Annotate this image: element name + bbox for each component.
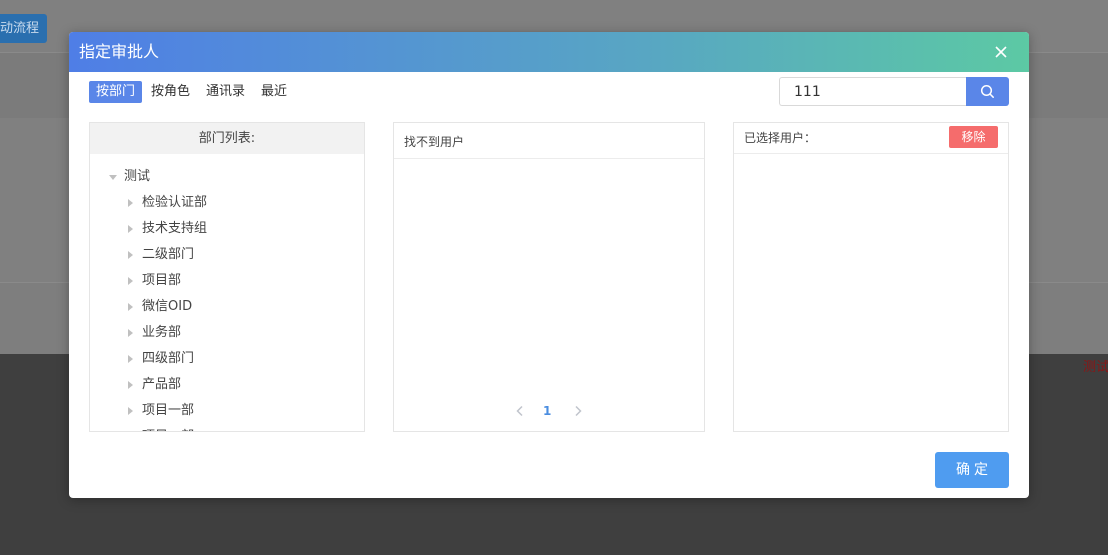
tree-node-label: 业务部: [142, 325, 182, 340]
tree-node-label: 项目部: [142, 273, 182, 288]
prev-page-button[interactable]: [512, 403, 528, 419]
tree-node-label: 技术支持组: [142, 221, 208, 236]
search-input[interactable]: [779, 77, 967, 106]
tree-node[interactable]: 产品部: [90, 372, 364, 398]
background-start-process-button: 动流程: [0, 14, 47, 43]
tree-node-root[interactable]: 测试: [90, 164, 364, 190]
selected-users-panel: 已选择用户： 移除: [733, 122, 1009, 432]
tree-node[interactable]: 项目二部: [90, 424, 364, 431]
tree-node-label: 项目二部: [142, 424, 194, 431]
caret-right-icon[interactable]: [128, 303, 133, 311]
close-icon: [995, 46, 1007, 58]
background-edge-text: 测试: [1083, 360, 1108, 375]
page-number[interactable]: 1: [543, 401, 551, 421]
caret-right-icon[interactable]: [128, 407, 133, 415]
tab-by-role[interactable]: 按角色: [144, 81, 197, 103]
tree-node-label: 四级部门: [142, 351, 195, 366]
users-panel: 找不到用户 1: [393, 122, 705, 432]
tab-by-department[interactable]: 按部门: [89, 81, 143, 103]
tree-node[interactable]: 技术支持组: [90, 216, 364, 242]
selected-users-header: 已选择用户： 移除: [734, 123, 1008, 154]
department-tree: 测试 检验认证部 技术支持组 二级部门 项目部 微信OID 业务部 四级部门 产…: [90, 154, 364, 431]
dialog-title: 指定审批人: [79, 42, 160, 61]
caret-down-icon[interactable]: [109, 175, 117, 180]
selected-users-title: 已选择用户：: [744, 131, 817, 145]
caret-right-icon[interactable]: [128, 251, 133, 259]
pagination: 1: [394, 401, 704, 421]
tree-node[interactable]: 检验认证部: [90, 190, 364, 216]
caret-right-icon[interactable]: [128, 199, 133, 207]
caret-right-icon[interactable]: [128, 355, 133, 363]
department-panel-header: 部门列表:: [90, 123, 364, 154]
tree-node[interactable]: 二级部门: [90, 242, 364, 268]
tree-node-label: 项目一部: [142, 403, 195, 418]
caret-right-icon[interactable]: [128, 277, 133, 285]
department-panel: 部门列表: 测试 检验认证部 技术支持组 二级部门 项目部 微信OID 业务部 …: [89, 122, 365, 432]
dialog-header: 指定审批人: [69, 32, 1029, 72]
chevron-right-icon: [575, 405, 582, 417]
search-icon: [980, 84, 994, 98]
search-button[interactable]: [966, 77, 1009, 106]
close-button[interactable]: [991, 42, 1011, 62]
next-page-button[interactable]: [570, 403, 586, 419]
tree-node[interactable]: 四级部门: [90, 346, 364, 372]
tree-node-label: 产品部: [142, 377, 182, 392]
tree-node[interactable]: 项目一部: [90, 398, 364, 424]
tree-node[interactable]: 微信OID: [90, 294, 364, 320]
tree-node-label: 微信OID: [142, 299, 193, 314]
users-panel-header: 找不到用户: [394, 123, 704, 159]
filter-tabs: 按部门 按角色 通讯录 最近: [89, 81, 296, 103]
assign-approver-dialog: 指定审批人 按部门 按角色 通讯录 最近 部门列表: 测试: [69, 32, 1029, 498]
tree-node[interactable]: 业务部: [90, 320, 364, 346]
tree-node-label: 检验认证部: [142, 195, 208, 210]
chevron-left-icon: [516, 405, 523, 417]
tree-node-label: 测试: [124, 169, 151, 184]
tree-node[interactable]: 项目部: [90, 268, 364, 294]
caret-right-icon[interactable]: [128, 329, 133, 337]
tab-recent[interactable]: 最近: [254, 81, 294, 103]
tab-contacts[interactable]: 通讯录: [199, 81, 252, 103]
caret-right-icon[interactable]: [128, 381, 133, 389]
remove-button[interactable]: 移除: [949, 126, 998, 148]
caret-right-icon[interactable]: [128, 225, 133, 233]
tree-node-label: 二级部门: [142, 247, 195, 262]
confirm-button[interactable]: 确定: [935, 452, 1009, 488]
